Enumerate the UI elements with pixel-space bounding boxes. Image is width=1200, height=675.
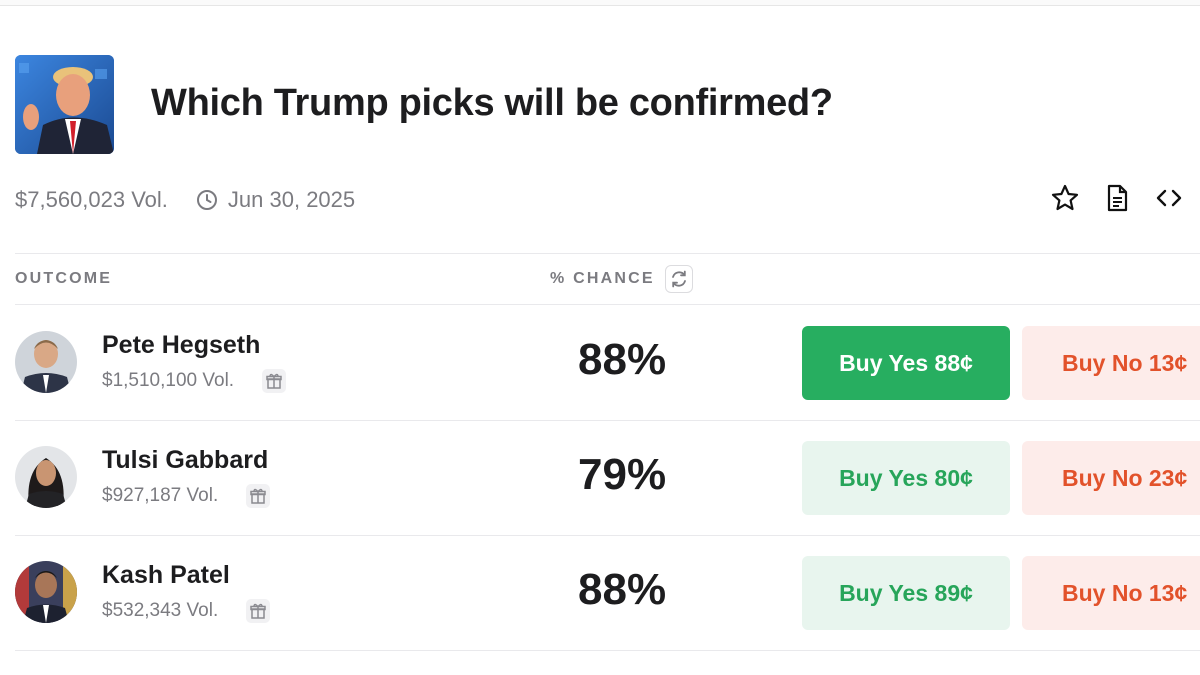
avatar <box>15 446 77 508</box>
outcome-volume: $927,187 Vol. <box>102 485 219 506</box>
outcome-chance: 88% <box>578 335 667 384</box>
code-icon[interactable] <box>1154 183 1184 213</box>
buy-no-button[interactable]: Buy No 13¢ <box>1022 326 1200 400</box>
page-title: Which Trump picks will be confirmed? <box>151 82 833 124</box>
market-actions <box>1050 183 1184 213</box>
top-bar <box>0 0 1200 6</box>
total-volume: $7,560,023 Vol. <box>15 187 168 212</box>
column-header-outcome: OUTCOME <box>15 270 113 287</box>
document-icon[interactable] <box>1102 183 1132 213</box>
buy-yes-button[interactable]: Buy Yes 89¢ <box>802 556 1010 630</box>
buy-no-button[interactable]: Buy No 13¢ <box>1022 556 1200 630</box>
gift-icon[interactable] <box>246 484 270 508</box>
gift-icon[interactable] <box>262 369 286 393</box>
avatar <box>15 331 77 393</box>
market-meta: $7,560,023 Vol. Jun 30, 2025 <box>15 187 355 213</box>
star-icon[interactable] <box>1050 183 1080 213</box>
outcome-volume: $532,343 Vol. <box>102 600 219 621</box>
avatar <box>15 561 77 623</box>
buy-yes-button[interactable]: Buy Yes 80¢ <box>802 441 1010 515</box>
outcome-row[interactable]: Kash Patel $532,343 Vol. 88% Buy Yes 89¢… <box>0 535 1200 650</box>
gift-icon[interactable] <box>246 599 270 623</box>
outcome-volume: $1,510,100 Vol. <box>102 370 235 391</box>
end-date: Jun 30, 2025 <box>227 187 356 212</box>
market-image <box>15 55 114 154</box>
buy-no-button[interactable]: Buy No 23¢ <box>1022 441 1200 515</box>
clock-icon <box>196 189 218 211</box>
divider <box>15 253 1200 254</box>
refresh-button[interactable] <box>665 265 693 293</box>
outcome-row[interactable]: Pete Hegseth $1,510,100 Vol. 88% Buy Yes… <box>0 305 1200 420</box>
outcome-chance: 88% <box>578 565 667 614</box>
outcome-name: Kash Patel <box>102 561 230 589</box>
refresh-icon <box>672 270 686 288</box>
outcome-name: Tulsi Gabbard <box>102 446 269 474</box>
buy-yes-button[interactable]: Buy Yes 88¢ <box>802 326 1010 400</box>
outcome-name: Pete Hegseth <box>102 331 261 359</box>
outcome-row[interactable]: Tulsi Gabbard $927,187 Vol. 79% Buy Yes … <box>0 420 1200 535</box>
outcome-chance: 79% <box>578 450 667 499</box>
column-header-chance: % CHANCE <box>550 270 655 287</box>
divider <box>15 650 1200 651</box>
